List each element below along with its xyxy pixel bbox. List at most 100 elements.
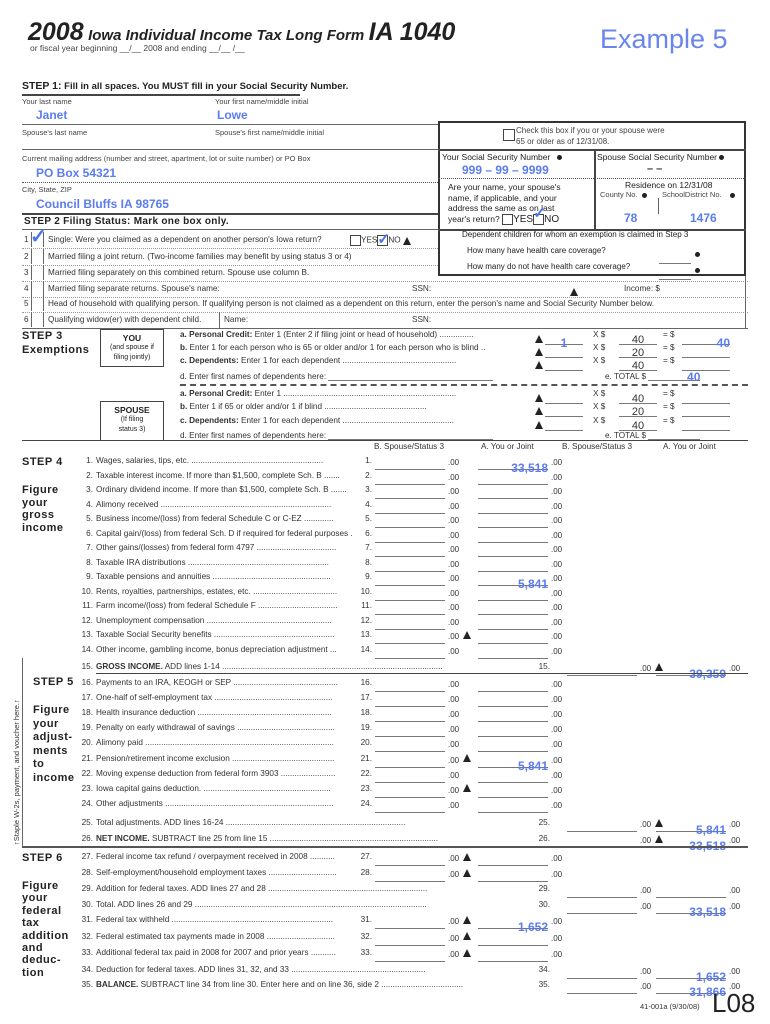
line-label: GROSS INCOME. ADD lines 1-14 ...........… bbox=[96, 662, 443, 671]
filing-status-checkbox[interactable] bbox=[31, 296, 44, 311]
you-total-field[interactable]: 40 bbox=[687, 370, 700, 384]
column-a-field[interactable]: .00 bbox=[478, 928, 562, 946]
line-number: 26. bbox=[81, 834, 93, 843]
step6-title: STEP 6 bbox=[22, 852, 63, 864]
dependent-question: YESNO bbox=[350, 230, 411, 248]
age65-label-2: 65 or older as of 12/31/08. bbox=[516, 137, 610, 146]
line-number: 16. bbox=[81, 678, 93, 687]
line-ref: 30. bbox=[538, 900, 550, 909]
filing-status-number: 6 bbox=[24, 315, 29, 324]
line-number: 9. bbox=[86, 572, 93, 581]
line-label: Health insurance deduction .............… bbox=[96, 708, 332, 718]
line-number: 25. bbox=[81, 818, 93, 827]
column-b-total-field[interactable]: .00 bbox=[567, 896, 651, 914]
line-number: 3. bbox=[86, 485, 93, 494]
exemption-count-field[interactable] bbox=[545, 413, 583, 431]
column-a-field[interactable]: .00 bbox=[478, 864, 562, 882]
line-number: 28. bbox=[81, 868, 93, 877]
line-label: Taxable interest income. If more than $1… bbox=[96, 470, 340, 480]
city-label: City, State, ZIP bbox=[22, 185, 72, 194]
spouse-total-field[interactable] bbox=[648, 429, 701, 440]
line-label: Other gains/(losses) from federal form 4… bbox=[96, 543, 337, 552]
line-label: Ordinary dividend income. If more than $… bbox=[96, 485, 347, 494]
triangle-marker-icon bbox=[535, 356, 543, 374]
filing-status-number: 1 bbox=[24, 235, 29, 244]
line-label: Deduction for federal taxes. ADD lines 3… bbox=[96, 965, 426, 974]
last-name-field[interactable]: Janet bbox=[36, 108, 67, 122]
step3-subtitle: Exemptions bbox=[22, 344, 90, 356]
filing-status-checkbox[interactable] bbox=[31, 249, 44, 264]
line-label: Farm income/(loss) from federal Schedule… bbox=[96, 601, 338, 610]
row6-name-label: Name: bbox=[224, 315, 249, 324]
school-district-field[interactable]: 1476 bbox=[690, 211, 717, 225]
line-number: 13. bbox=[81, 630, 93, 639]
step3-title: STEP 3 bbox=[22, 330, 63, 342]
triangle-marker-icon bbox=[463, 868, 472, 877]
same-yes-checkbox[interactable] bbox=[502, 213, 514, 225]
line-label: Federal estimated tax payments made in 2… bbox=[96, 931, 335, 941]
triangle-marker-icon bbox=[402, 236, 411, 245]
filing-status-checkbox[interactable] bbox=[31, 312, 44, 327]
same-no-checkbox[interactable] bbox=[533, 209, 546, 225]
filing-status-checkbox[interactable] bbox=[31, 281, 44, 296]
column-b-field[interactable]: .00 bbox=[375, 795, 459, 813]
equals-label: = $ bbox=[663, 330, 675, 339]
line-ref: 11. bbox=[361, 601, 372, 610]
line-ref: 10. bbox=[360, 586, 372, 596]
line-label: Federal tax withheld ...................… bbox=[96, 915, 334, 924]
required-dot-icon bbox=[719, 155, 725, 161]
line-label: Total adjustments. ADD lines 16-24 .....… bbox=[96, 818, 406, 827]
line-number: 15. bbox=[81, 662, 93, 671]
address-label: Current mailing address (number and stre… bbox=[22, 154, 311, 163]
line-ref: 31. bbox=[360, 915, 372, 924]
equals-label: = $ bbox=[663, 356, 675, 365]
ssn-field[interactable]: 999 – 99 – 9999 bbox=[462, 163, 549, 177]
column-a-field[interactable]: .00 bbox=[478, 641, 562, 659]
filing-status-label: Married filing a joint return. (Two-inco… bbox=[48, 252, 352, 261]
city-field[interactable]: Council Bluffs IA 98765 bbox=[36, 197, 169, 211]
line-label: Taxable IRA distributions ..............… bbox=[96, 557, 329, 567]
dependent-yes-checkbox[interactable] bbox=[350, 235, 361, 246]
triangle-marker-icon bbox=[463, 784, 472, 793]
column-b-field[interactable]: .00 bbox=[375, 911, 472, 929]
line-label: Unemployment compensation ..............… bbox=[96, 615, 332, 625]
column-b-field[interactable]: .00 bbox=[375, 641, 459, 659]
you-box-label: YOU (and spouse if filing jointly) bbox=[110, 333, 154, 361]
line-label: Penalty on early withdrawal of savings .… bbox=[96, 723, 335, 733]
exemption-label: a. Personal Credit: Enter 1 (Enter 2 if … bbox=[180, 330, 474, 339]
spouse-dependents-names: d. Enter first names of dependents here: bbox=[180, 429, 494, 440]
line-number: 8. bbox=[86, 557, 93, 567]
exemption-label: b. Enter 1 for each person who is 65 or … bbox=[180, 343, 486, 352]
form-year: 2008 bbox=[28, 18, 84, 46]
column-a-header-1: A. You or Joint bbox=[481, 442, 534, 451]
filing-status-checkbox[interactable]: ✓ bbox=[30, 226, 47, 248]
exemption-result-field[interactable] bbox=[682, 353, 730, 371]
exemption-count-field[interactable] bbox=[545, 353, 583, 371]
form-name: Iowa Individual Income Tax Long Form bbox=[88, 27, 365, 44]
column-a-total-field[interactable]: 33,518.00 bbox=[656, 896, 740, 919]
dependent-no-checkbox[interactable] bbox=[377, 230, 390, 248]
spouse-ssn-field[interactable]: – – bbox=[647, 163, 662, 175]
line-label: Business income/(loss) from federal Sche… bbox=[96, 514, 334, 523]
column-b-field[interactable]: .00 bbox=[375, 944, 472, 962]
line-number: 11. bbox=[82, 601, 93, 610]
checkmark-icon: ✓ bbox=[30, 226, 47, 248]
line-label: Other income, gambling income, bonus dep… bbox=[96, 644, 337, 654]
filing-status-number: 5 bbox=[24, 299, 29, 308]
column-b-field[interactable]: .00 bbox=[375, 864, 472, 882]
county-number-field[interactable]: 78 bbox=[624, 211, 637, 225]
address-field[interactable]: PO Box 54321 bbox=[36, 166, 116, 180]
column-a-field[interactable]: .00 bbox=[478, 795, 562, 813]
filing-status-checkbox[interactable] bbox=[31, 265, 44, 280]
age65-checkbox[interactable] bbox=[503, 126, 515, 144]
step2-heading: STEP 2 Filing Status: Mark one box only. bbox=[24, 216, 229, 227]
column-b-total-field[interactable]: .00 bbox=[567, 976, 651, 994]
line-number: 14. bbox=[81, 644, 93, 654]
column-a-field[interactable]: 1,652.00 bbox=[478, 911, 562, 934]
first-name-field[interactable]: Lowe bbox=[217, 108, 248, 122]
line-number: 29. bbox=[81, 884, 93, 893]
spouse-total: e. TOTAL $ bbox=[605, 429, 701, 440]
triangle-marker-icon bbox=[463, 630, 472, 639]
column-b-field[interactable]: .00 bbox=[375, 928, 472, 946]
column-a-field[interactable]: .00 bbox=[478, 944, 562, 962]
